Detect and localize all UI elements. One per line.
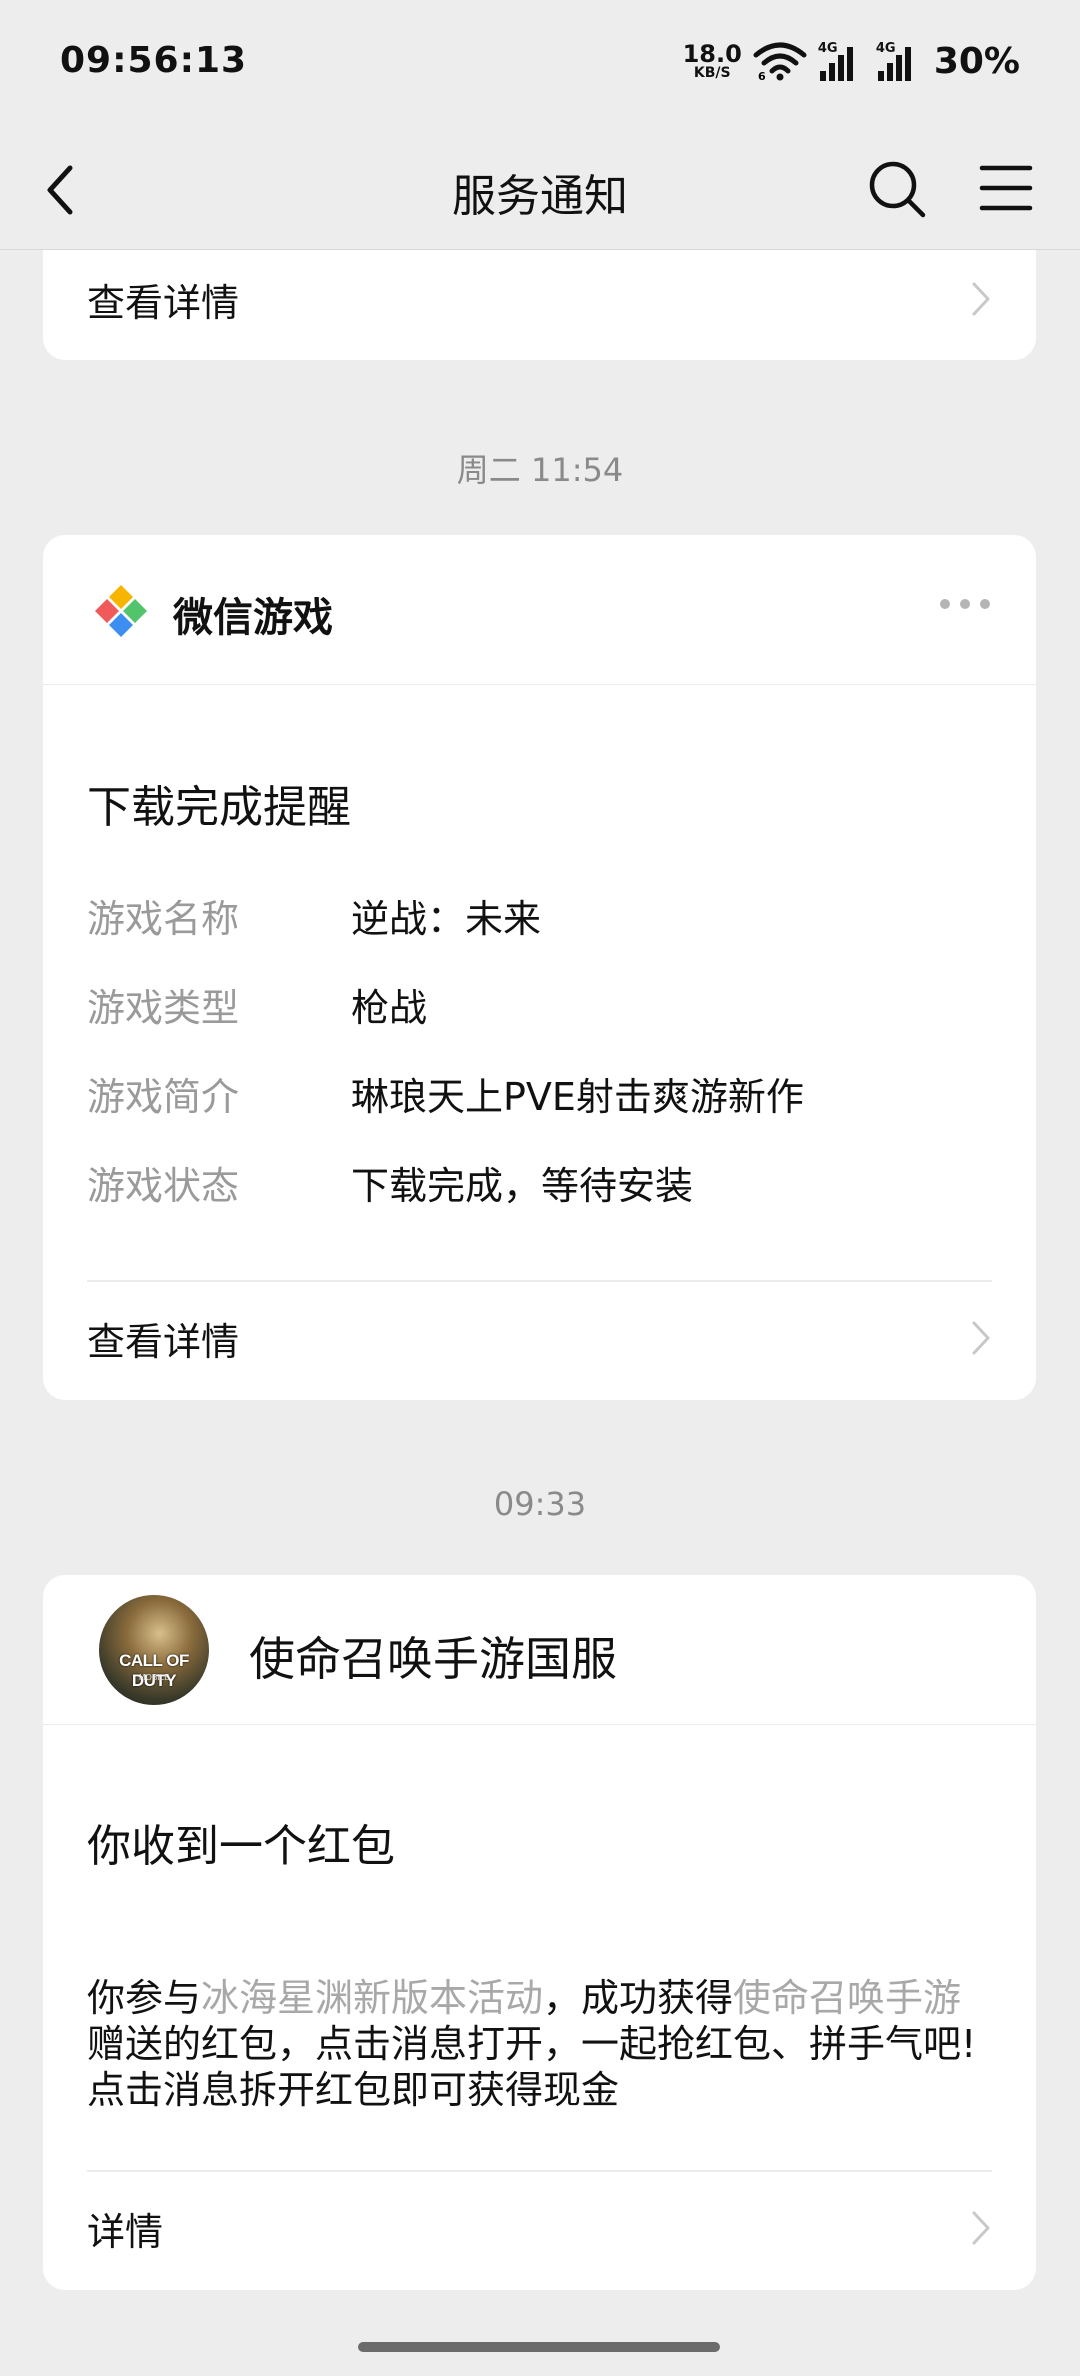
sim2-tag: 4G [875, 41, 896, 56]
status-icons: 18.0 KB/S 6 4G 4G 30% [683, 36, 1020, 86]
view-details-label: 查看详情 [87, 280, 240, 325]
app-name: 使命召唤手游国服 [249, 1632, 617, 1686]
status-bar: 09:56:13 18.0 KB/S 6 4G 4G 30% [0, 0, 1080, 130]
divider [87, 1280, 992, 1282]
message-title: 下载完成提醒 [87, 782, 351, 833]
divider [87, 2170, 992, 2172]
menu-icon [979, 165, 1033, 211]
message-card[interactable]: CALL OF DUTY MOBILE 使命召唤手游国服 你收到一个红包 你参与… [43, 1575, 1036, 2290]
field-row-name: 游戏名称 逆战：未来 [87, 885, 992, 945]
body-text: 你参与 [87, 1976, 202, 2020]
field-key: 游戏状态 [87, 1163, 240, 1208]
field-row-status: 游戏状态 下载完成，等待安装 [87, 1152, 992, 1212]
message-timestamp: 周二 11:54 [456, 451, 624, 489]
view-details-link[interactable]: 查看详情 [87, 244, 992, 354]
field-value: 逆战：未来 [351, 896, 542, 941]
nav-bar: 服务通知 [0, 130, 1080, 250]
message-timestamp: 09:33 [493, 1485, 587, 1523]
search-button[interactable] [866, 158, 928, 220]
activity-link[interactable]: 冰海星渊新版本活动 [201, 1976, 543, 2020]
details-link[interactable]: 详情 [87, 2173, 992, 2283]
wechat-games-logo-icon [95, 585, 147, 637]
chevron-right-icon [972, 1321, 990, 1355]
details-label: 详情 [87, 2209, 164, 2254]
chevron-right-icon [972, 2211, 990, 2245]
field-key: 游戏类型 [87, 985, 240, 1030]
card-header: 微信游戏 [43, 535, 1036, 685]
network-speed-unit: KB/S [693, 65, 731, 81]
field-row-intro: 游戏简介 琳琅天上PVE射击爽游新作 [87, 1063, 992, 1123]
network-speed: 18.0 KB/S [683, 42, 742, 80]
screen: 09:56:13 18.0 KB/S 6 4G 4G 30% 服务通知 查看详情… [0, 0, 1080, 2376]
message-card[interactable]: 微信游戏 下载完成提醒 游戏名称 逆战：未来 游戏类型 枪战 游戏简介 琳琅天上… [43, 535, 1036, 1400]
field-key: 游戏简介 [87, 1074, 240, 1119]
message-title: 你收到一个红包 [87, 1821, 395, 1872]
avatar-logo-subtext: MOBILE [138, 1673, 170, 1682]
battery-level: 30% [933, 40, 1020, 82]
body-text: ，成功获得 [543, 1976, 734, 2020]
home-indicator[interactable] [358, 2342, 720, 2352]
chevron-right-icon [972, 282, 990, 316]
avatar: CALL OF DUTY MOBILE [99, 1595, 209, 1705]
sim1-tag: 4G [817, 41, 838, 56]
field-value: 下载完成，等待安装 [351, 1163, 694, 1208]
field-row-type: 游戏类型 枪战 [87, 974, 992, 1034]
field-key: 游戏名称 [87, 896, 240, 941]
view-details-label: 查看详情 [87, 1319, 240, 1364]
wifi-tag: 6 [758, 70, 766, 81]
network-speed-value: 18.0 [682, 40, 742, 68]
avatar-logo-text: CALL OF DUTY [119, 1651, 189, 1690]
wifi-icon: 6 [753, 42, 807, 81]
game-link[interactable]: 使命召唤手游 [733, 1976, 961, 2020]
field-value: 琳琅天上PVE射击爽游新作 [351, 1074, 804, 1119]
sim1-signal-icon: 4G [818, 41, 866, 81]
body-text: 点击消息拆开红包即可获得现金 [87, 2068, 620, 2112]
status-time: 09:56:13 [60, 40, 248, 81]
card-header: CALL OF DUTY MOBILE 使命召唤手游国服 [43, 1575, 1036, 1725]
menu-button[interactable] [978, 160, 1034, 216]
message-body: 你参与冰海星渊新版本活动，成功获得使命召唤手游 赠送的红包，点击消息打开，一起抢… [87, 1975, 996, 2113]
body-text: 赠送的红包，点击消息打开，一起抢红包、拼手气吧! [87, 2022, 977, 2066]
field-value: 枪战 [351, 985, 428, 1030]
more-options-icon[interactable] [940, 599, 990, 609]
search-icon [869, 161, 926, 218]
view-details-link[interactable]: 查看详情 [87, 1283, 992, 1393]
sim2-signal-icon: 4G [876, 41, 924, 81]
app-name: 微信游戏 [173, 595, 333, 641]
